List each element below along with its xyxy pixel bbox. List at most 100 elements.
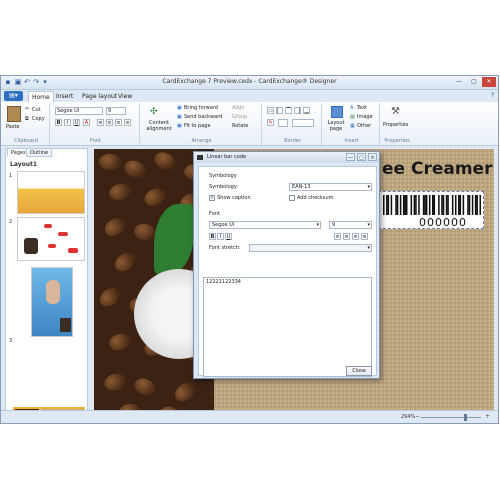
barcode-bar: [467, 195, 469, 215]
border-right-icon[interactable]: ▕: [294, 107, 301, 114]
barcode-bar: [438, 195, 440, 215]
page-thumbnail-1[interactable]: [17, 171, 85, 214]
page-thumbnail-3[interactable]: [31, 267, 73, 337]
tab-page-layout[interactable]: Page layout: [79, 91, 120, 102]
insert-text-button[interactable]: Text: [357, 105, 367, 111]
dialog-close-icon[interactable]: ✕: [368, 153, 377, 161]
dialog-font-family-select[interactable]: Segoe UI ▾: [209, 221, 321, 229]
chevron-down-icon: ▾: [316, 222, 319, 228]
close-window-button[interactable]: ✕: [482, 77, 496, 87]
border-type-select[interactable]: [292, 119, 314, 127]
font-stretch-select[interactable]: ▾: [249, 244, 372, 252]
border-bottom-icon[interactable]: ▁: [303, 107, 310, 114]
dialog-align-right-icon[interactable]: ≡: [352, 233, 359, 240]
file-menu-icon: ▤▾: [9, 92, 18, 99]
dialog-italic-button[interactable]: I: [217, 233, 224, 240]
zoom-slider-thumb[interactable]: [464, 414, 468, 421]
symbology-label: Symbology:: [209, 184, 239, 190]
file-menu-button[interactable]: ▤▾: [4, 91, 23, 101]
dialog-align-left-icon[interactable]: ≡: [334, 233, 341, 240]
barcode-bar: [433, 195, 436, 215]
page-thumbnail-2[interactable]: [17, 217, 85, 261]
coffee-bean: [171, 378, 199, 406]
insert-other-button[interactable]: Other: [357, 123, 371, 129]
insert-image-button[interactable]: Image: [357, 114, 373, 120]
layout-page-button[interactable]: Layout page: [325, 120, 347, 132]
dialog-font-size-value: 9: [332, 222, 336, 228]
font-size-select[interactable]: 9: [106, 107, 126, 115]
page-number: 2: [9, 219, 13, 225]
dialog-underline-button[interactable]: U: [225, 233, 232, 240]
add-checksum-label: Add checksum: [297, 195, 334, 201]
align-button[interactable]: Align: [232, 105, 245, 111]
page-number: 3: [9, 338, 13, 344]
coffee-bean: [107, 331, 133, 353]
barcode-bar: [395, 195, 397, 215]
barcode-bars: [383, 195, 481, 215]
dialog-maximize-button[interactable]: ▢: [357, 153, 366, 161]
barcode-bar: [399, 195, 402, 215]
coffee-bean: [121, 157, 149, 181]
page-number: 1: [9, 173, 13, 179]
paste-button[interactable]: Paste: [6, 124, 20, 130]
zoom-slider[interactable]: [421, 417, 481, 418]
font-group-label: Font: [90, 138, 101, 144]
rotate-button[interactable]: Rotate: [232, 123, 248, 129]
layout-label: Layout1: [10, 161, 38, 168]
zoom-level: 294%: [401, 414, 416, 420]
barcode-bar: [451, 195, 454, 215]
zoom-out-icon[interactable]: −: [415, 413, 420, 420]
border-group-label: Border: [284, 138, 301, 144]
content-alignment-button[interactable]: Content alignment: [145, 120, 173, 132]
zoom-in-icon[interactable]: +: [485, 413, 490, 420]
dialog-minimize-button[interactable]: —: [346, 153, 355, 161]
show-caption-checkbox[interactable]: ✓: [209, 195, 215, 201]
symbology-select[interactable]: EAN-13 ▾: [289, 183, 372, 191]
align-right-icon[interactable]: ≡: [115, 119, 122, 126]
border-color-icon[interactable]: ✎: [267, 119, 274, 126]
font-family-select[interactable]: Segoe UI: [55, 107, 103, 115]
dialog-close-button[interactable]: Close: [346, 366, 372, 376]
coffee-bean: [107, 181, 133, 203]
fit-to-page-button[interactable]: Fit to page: [184, 123, 211, 129]
border-top-icon[interactable]: ▔: [285, 107, 292, 114]
dialog-align-center-icon[interactable]: ≡: [343, 233, 350, 240]
border-style-icon[interactable]: ▭: [267, 107, 274, 114]
bold-button[interactable]: B: [55, 119, 62, 126]
align-left-icon[interactable]: ≡: [97, 119, 104, 126]
card-title-text[interactable]: ee Creamer: [382, 159, 492, 179]
bring-forward-button[interactable]: Bring forward: [184, 105, 218, 111]
send-backward-button[interactable]: Send backward: [184, 114, 222, 120]
help-icon[interactable]: ?: [491, 92, 494, 99]
barcode-object[interactable]: 000000: [378, 191, 484, 229]
properties-button[interactable]: Properties: [383, 122, 408, 128]
tab-insert[interactable]: Insert: [53, 91, 76, 102]
font-color-button[interactable]: A: [83, 119, 90, 126]
barcode-bar: [422, 195, 425, 215]
align-center-icon[interactable]: ≡: [106, 119, 113, 126]
border-left-icon[interactable]: ▏: [276, 107, 283, 114]
add-checksum-checkbox[interactable]: [289, 195, 295, 201]
maximize-button[interactable]: ▢: [467, 77, 481, 87]
minimize-button[interactable]: —: [452, 77, 466, 87]
barcode-icon: [197, 155, 203, 160]
barcode-value-input[interactable]: 12221122334: [203, 277, 372, 377]
coffee-bean: [101, 370, 129, 394]
group-button[interactable]: Group: [232, 114, 247, 120]
tab-home[interactable]: Home: [28, 91, 54, 102]
underline-button[interactable]: U: [73, 119, 80, 126]
dialog-body: Symbology Symbology: EAN-13 ▾ ✓ Show cap…: [198, 166, 377, 377]
tab-outline[interactable]: Outline: [26, 148, 53, 157]
border-width-select[interactable]: [278, 119, 288, 127]
copy-button[interactable]: Copy: [32, 116, 45, 122]
barcode-bar: [425, 195, 428, 215]
dialog-justify-icon[interactable]: ≡: [361, 233, 368, 240]
dialog-font-size-select[interactable]: 9 ▾: [329, 221, 372, 229]
insert-group-label: Insert: [344, 138, 359, 144]
dialog-bold-button[interactable]: B: [209, 233, 216, 240]
justify-icon[interactable]: ≡: [124, 119, 131, 126]
italic-button[interactable]: I: [64, 119, 71, 126]
linear-barcode-dialog: Linear bar code — ▢ ✕ Symbology Symbolog…: [193, 151, 380, 379]
tab-view[interactable]: View: [115, 91, 135, 102]
cut-button[interactable]: Cut: [32, 107, 41, 113]
